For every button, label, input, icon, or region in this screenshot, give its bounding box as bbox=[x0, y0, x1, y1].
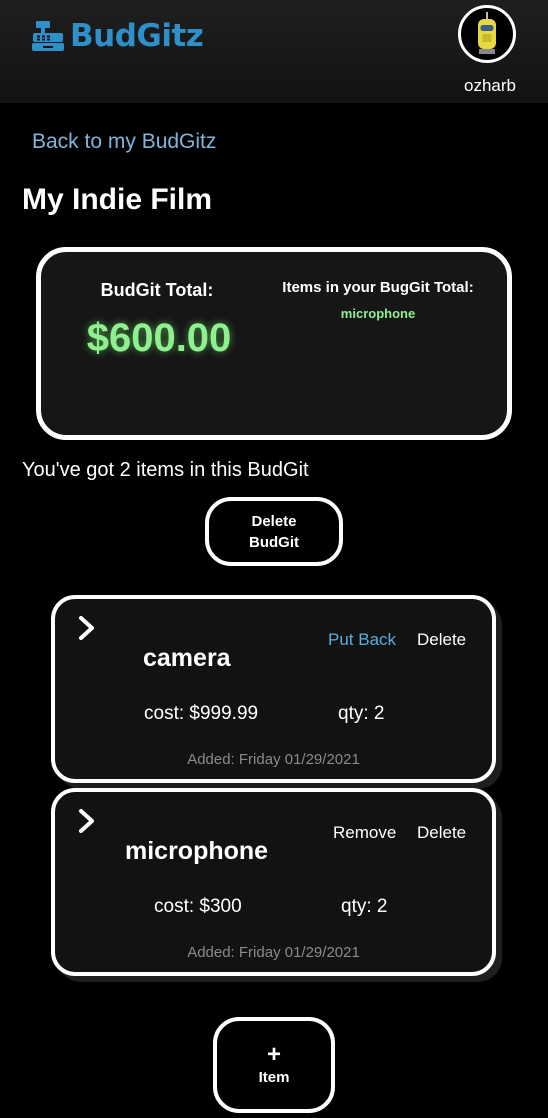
add-item-label: Item bbox=[258, 1069, 290, 1086]
delete-item-button[interactable]: Delete bbox=[417, 630, 466, 650]
total-label: BudGit Total: bbox=[100, 280, 214, 300]
chevron-right-icon[interactable] bbox=[77, 615, 97, 641]
item-cost: cost: $300 bbox=[154, 896, 242, 917]
app-name: BudGitz bbox=[70, 18, 204, 54]
item-count-text: You've got 2 items in this BudGit bbox=[22, 459, 309, 481]
remove-item-button[interactable]: Remove bbox=[333, 823, 396, 843]
item-added-date: Added: Friday 01/29/2021 bbox=[187, 944, 360, 961]
back-link[interactable]: Back to my BudGitz bbox=[32, 130, 216, 154]
total-amount: $600.00 bbox=[86, 316, 232, 360]
plus-icon: + bbox=[266, 1041, 281, 1068]
item-card: camera Put Back Delete cost: $999.99 qty… bbox=[51, 595, 496, 783]
robot-avatar-icon bbox=[478, 12, 496, 54]
item-qty: qty: 2 bbox=[338, 703, 385, 724]
total-item-tag: microphone bbox=[340, 306, 416, 321]
item-cost: cost: $999.99 bbox=[144, 703, 259, 724]
item-added-date: Added: Friday 01/29/2021 bbox=[187, 751, 360, 768]
item-qty: qty: 2 bbox=[341, 896, 388, 917]
app-header: BudGitz ozharb bbox=[0, 0, 548, 103]
item-name: camera bbox=[143, 644, 231, 672]
budgit-title: My Indie Film bbox=[22, 183, 213, 216]
put-back-button[interactable]: Put Back bbox=[328, 630, 396, 650]
delete-item-button[interactable]: Delete bbox=[417, 823, 466, 843]
chevron-right-icon[interactable] bbox=[77, 808, 97, 834]
item-card: microphone Remove Delete cost: $300 qty:… bbox=[51, 788, 496, 976]
cash-register-icon bbox=[32, 21, 64, 51]
items-in-total-label: Items in your BugGit Total: bbox=[282, 279, 474, 296]
add-item-button[interactable]: + Item bbox=[213, 1017, 335, 1113]
app-logo[interactable]: BudGitz bbox=[30, 18, 204, 54]
total-card: BudGit Total: $600.00 Items in your BugG… bbox=[36, 247, 512, 440]
username: ozharb bbox=[464, 76, 516, 95]
item-name: microphone bbox=[125, 837, 269, 865]
delete-budgit-button[interactable]: Delete BudGit bbox=[205, 497, 343, 566]
user-avatar[interactable] bbox=[458, 5, 516, 63]
